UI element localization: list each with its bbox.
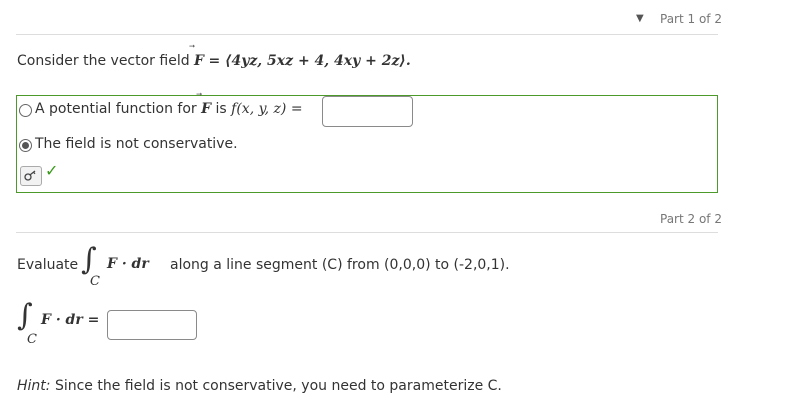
field-definition: = ⟨4yz, 5xz + 4, 4xy + 2z⟩. bbox=[208, 53, 411, 69]
option-not-conservative: The field is not conservative. bbox=[35, 136, 238, 152]
prompt-text: Consider the vector field bbox=[17, 53, 190, 69]
answer-integral-subscript: C bbox=[27, 332, 37, 347]
path-description: along a line segment (C) from (0,0,0) to… bbox=[170, 257, 510, 273]
question-prompt: Consider the vector field ⃗F = ⟨4yz, 5xz… bbox=[17, 53, 411, 69]
integral-sign: ∫ bbox=[81, 242, 97, 277]
key-icon[interactable] bbox=[20, 166, 42, 186]
line-integral-input[interactable] bbox=[107, 310, 197, 340]
hint: Hint: Since the field is not conservativ… bbox=[17, 378, 502, 394]
option-potential-function: A potential function for ⃗F is f(x, y, z… bbox=[35, 101, 303, 117]
correct-check-icon: ✓ bbox=[45, 161, 59, 180]
part-1-label: Part 1 of 2 bbox=[660, 12, 722, 26]
option-1-field-symbol: ⃗F bbox=[201, 101, 212, 117]
radio-potential-function[interactable] bbox=[19, 104, 32, 117]
evaluate-text: Evaluate bbox=[17, 257, 79, 273]
option-1-text: A potential function for bbox=[35, 101, 197, 117]
part-1-divider bbox=[16, 34, 718, 35]
field-symbol: ⃗F bbox=[194, 53, 204, 69]
integrand: F · dr bbox=[107, 256, 149, 272]
integral-subscript: C bbox=[90, 274, 100, 289]
hint-text: Since the field is not conservative, you… bbox=[54, 378, 502, 394]
potential-function-input[interactable] bbox=[322, 96, 413, 127]
part-2-divider bbox=[16, 232, 718, 233]
hint-label: Hint: bbox=[17, 378, 51, 394]
collapse-caret-icon[interactable]: ▼ bbox=[636, 13, 644, 24]
part-2-label: Part 2 of 2 bbox=[660, 212, 722, 226]
radio-not-conservative[interactable] bbox=[19, 139, 32, 152]
answer-integrand: F · dr = bbox=[41, 312, 100, 328]
option-1-math: f(x, y, z) = bbox=[231, 101, 303, 117]
answer-integral-sign: ∫ bbox=[17, 298, 33, 333]
option-1-is: is bbox=[215, 101, 227, 117]
